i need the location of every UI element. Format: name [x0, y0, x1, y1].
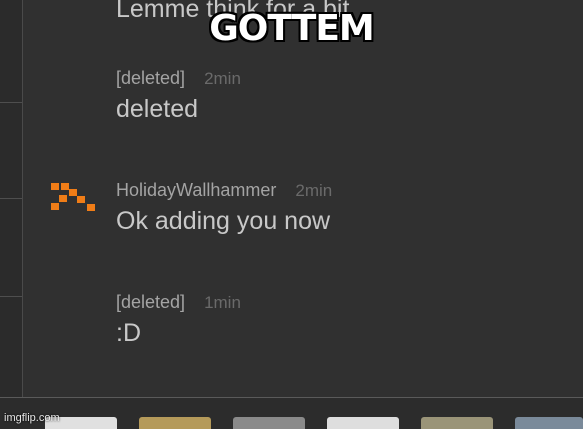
message-author[interactable]: [deleted]	[116, 68, 185, 89]
message-body: deleted	[116, 95, 199, 123]
message-author[interactable]: HolidayWallhammer	[116, 180, 276, 201]
message-time: 1min	[204, 293, 241, 312]
rail-divider	[0, 296, 22, 297]
user-avatar[interactable]	[51, 183, 101, 223]
meme-caption: GOTTEM	[209, 8, 375, 49]
emoji-thumbnail[interactable]	[327, 417, 399, 429]
message-body: :D	[116, 319, 141, 347]
message-item: [deleted] 1min :D	[116, 292, 241, 348]
message-body: Ok adding you now	[116, 207, 331, 235]
emoji-tray	[0, 397, 583, 429]
watermark: imgflip.com	[4, 412, 60, 424]
message-time: 2min	[295, 181, 333, 200]
rail-divider	[0, 102, 22, 103]
emoji-thumbnail[interactable]	[515, 417, 583, 429]
message-author[interactable]: [deleted]	[116, 292, 185, 313]
rail-divider	[0, 198, 22, 199]
message-time: 2min	[204, 69, 241, 88]
message-item: HolidayWallhammer 2min Ok adding you now	[116, 180, 332, 236]
emoji-thumbnail[interactable]	[139, 417, 211, 429]
emoji-thumbnail[interactable]	[233, 417, 305, 429]
left-rail	[0, 0, 23, 398]
pickaxe-icon	[51, 183, 95, 211]
message-item: [deleted] 2min deleted	[116, 68, 241, 124]
chat-log[interactable]: Lemme think for a bit [deleted] 2min del…	[23, 0, 583, 397]
emoji-thumbnail[interactable]	[421, 417, 493, 429]
